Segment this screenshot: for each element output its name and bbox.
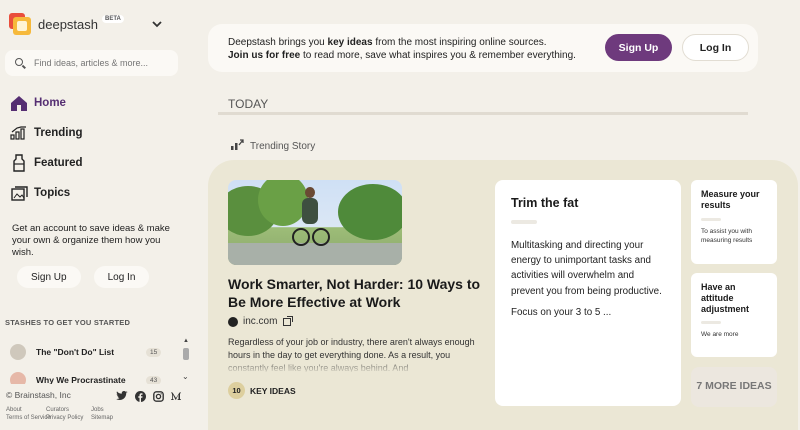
beta-badge: BETA: [102, 15, 124, 23]
idea-title: Trim the fat: [511, 196, 579, 210]
stash-label: Why We Procrastinate: [36, 375, 126, 384]
mini-idea-divider: [701, 217, 721, 221]
external-link-icon[interactable]: [283, 315, 294, 326]
stash-item[interactable]: The "Don't Do" List 15: [0, 338, 180, 366]
stash-scrollbar[interactable]: ▲ ⌄: [181, 338, 191, 384]
stash-label: The "Don't Do" List: [36, 347, 115, 357]
story-source[interactable]: inc.com: [228, 315, 294, 327]
scroll-thumb[interactable]: [183, 348, 189, 360]
source-logo-icon: [228, 316, 238, 327]
stashes-heading: STASHES TO GET YOU STARTED: [5, 318, 131, 327]
nav-item-featured[interactable]: Featured: [10, 148, 83, 178]
footer-link-curators[interactable]: Curators: [46, 407, 91, 413]
scroll-up-arrow-icon[interactable]: ▲: [183, 338, 189, 344]
nav-label: Trending: [34, 127, 83, 139]
stash-item[interactable]: Why We Procrastinate 43: [0, 366, 180, 384]
sidebar-signup-button[interactable]: Sign Up: [17, 266, 81, 288]
banner-text-bold: key ideas: [327, 37, 373, 48]
nav-item-home[interactable]: Home: [10, 88, 83, 118]
nav-item-topics[interactable]: Topics: [10, 178, 83, 208]
sidebar-auth-buttons: Sign Up Log In: [17, 266, 150, 288]
mini-idea-body: We are more: [701, 331, 739, 339]
social-links: [116, 390, 182, 402]
mini-idea-divider: [701, 321, 721, 325]
sidebar-footer: © Brainstash, Inc About Curators Jobs Te…: [6, 390, 186, 421]
home-icon: [10, 94, 28, 112]
mini-idea-card[interactable]: Measure your results To assist you with …: [691, 180, 777, 264]
chevron-down-icon[interactable]: [152, 17, 162, 31]
brand-name: deepstash: [38, 16, 98, 32]
footer-link-privacy[interactable]: Privacy Policy: [46, 415, 91, 421]
trending-icon: [10, 124, 28, 142]
banner-text: Deepstash brings you key ideas from the …: [228, 36, 576, 62]
source-domain: inc.com: [243, 316, 278, 327]
nav-label: Home: [34, 97, 66, 109]
featured-icon: [10, 154, 28, 172]
signup-promo: Get an account to save ideas & make your…: [12, 223, 170, 258]
banner-text-part: Deepstash brings you: [228, 37, 328, 48]
mini-idea-card[interactable]: Have an attitude adjustment We are more: [691, 273, 777, 357]
sidebar-login-button[interactable]: Log In: [93, 266, 150, 288]
key-ideas-count: 10: [228, 382, 245, 399]
brand[interactable]: deepstash BETA: [9, 13, 124, 35]
trending-icon: [230, 139, 244, 154]
scroll-down-chevron-icon[interactable]: ⌄: [182, 372, 189, 381]
banner-text-part: from the most inspiring online sources.: [372, 37, 547, 48]
stash-thumbnail: [10, 344, 26, 360]
topics-icon: [10, 184, 28, 202]
banner-join-link[interactable]: Join us for free: [228, 50, 300, 61]
story-image[interactable]: [228, 180, 402, 265]
idea-card[interactable]: Trim the fat Multitasking and directing …: [495, 180, 681, 406]
medium-icon[interactable]: [170, 390, 182, 402]
nav-item-trending[interactable]: Trending: [10, 118, 83, 148]
idea-continuation: Focus on your 3 to 5 ...: [511, 306, 612, 318]
trending-story-text: Trending Story: [250, 141, 316, 152]
facebook-icon[interactable]: [134, 390, 146, 402]
signup-button[interactable]: Sign Up: [605, 34, 672, 61]
footer-link-jobs[interactable]: Jobs: [91, 407, 136, 413]
mini-idea-title: Measure your results: [701, 189, 760, 210]
stash-count: 43: [146, 375, 162, 384]
idea-body: Multitasking and directing your energy t…: [511, 240, 662, 297]
main-nav: Home Trending Featured Topics: [10, 88, 83, 208]
twitter-icon[interactable]: [116, 390, 128, 402]
footer-link-sitemap[interactable]: Sitemap: [91, 415, 136, 421]
deepstash-logo-icon: [9, 13, 31, 35]
footer-links: About Curators Jobs Terms of Service Pri…: [6, 407, 186, 421]
description-fade: [228, 358, 478, 374]
stash-thumbnail: [10, 372, 26, 384]
instagram-icon[interactable]: [152, 390, 164, 402]
section-heading: TODAY: [228, 97, 269, 111]
stash-count: 15: [146, 347, 162, 357]
search-box[interactable]: [5, 50, 178, 76]
more-ideas-button[interactable]: 7 MORE IDEAS: [691, 367, 777, 407]
nav-label: Featured: [34, 157, 83, 169]
section-divider: [218, 112, 748, 115]
login-button[interactable]: Log In: [682, 34, 749, 61]
join-banner: Deepstash brings you key ideas from the …: [208, 24, 758, 72]
sidebar: deepstash BETA Home Trending Featured: [0, 0, 192, 430]
search-icon: [15, 57, 26, 69]
mini-idea-title: Have an attitude adjustment: [701, 282, 750, 314]
stash-list: The "Don't Do" List 15 Why We Procrastin…: [0, 338, 180, 384]
story-title[interactable]: Work Smarter, Not Harder: 10 Ways to Be …: [228, 275, 488, 311]
mini-idea-body: To assist you with measuring results: [701, 227, 753, 245]
search-input[interactable]: [34, 58, 174, 68]
nav-label: Topics: [34, 187, 71, 199]
idea-divider: [511, 220, 537, 224]
trending-story-label: Trending Story: [230, 139, 315, 154]
key-ideas-badge[interactable]: 10 KEY IDEAS: [228, 382, 296, 399]
banner-text-part: to read more, save what inspires you & r…: [300, 50, 576, 61]
key-ideas-label: KEY IDEAS: [250, 385, 296, 396]
